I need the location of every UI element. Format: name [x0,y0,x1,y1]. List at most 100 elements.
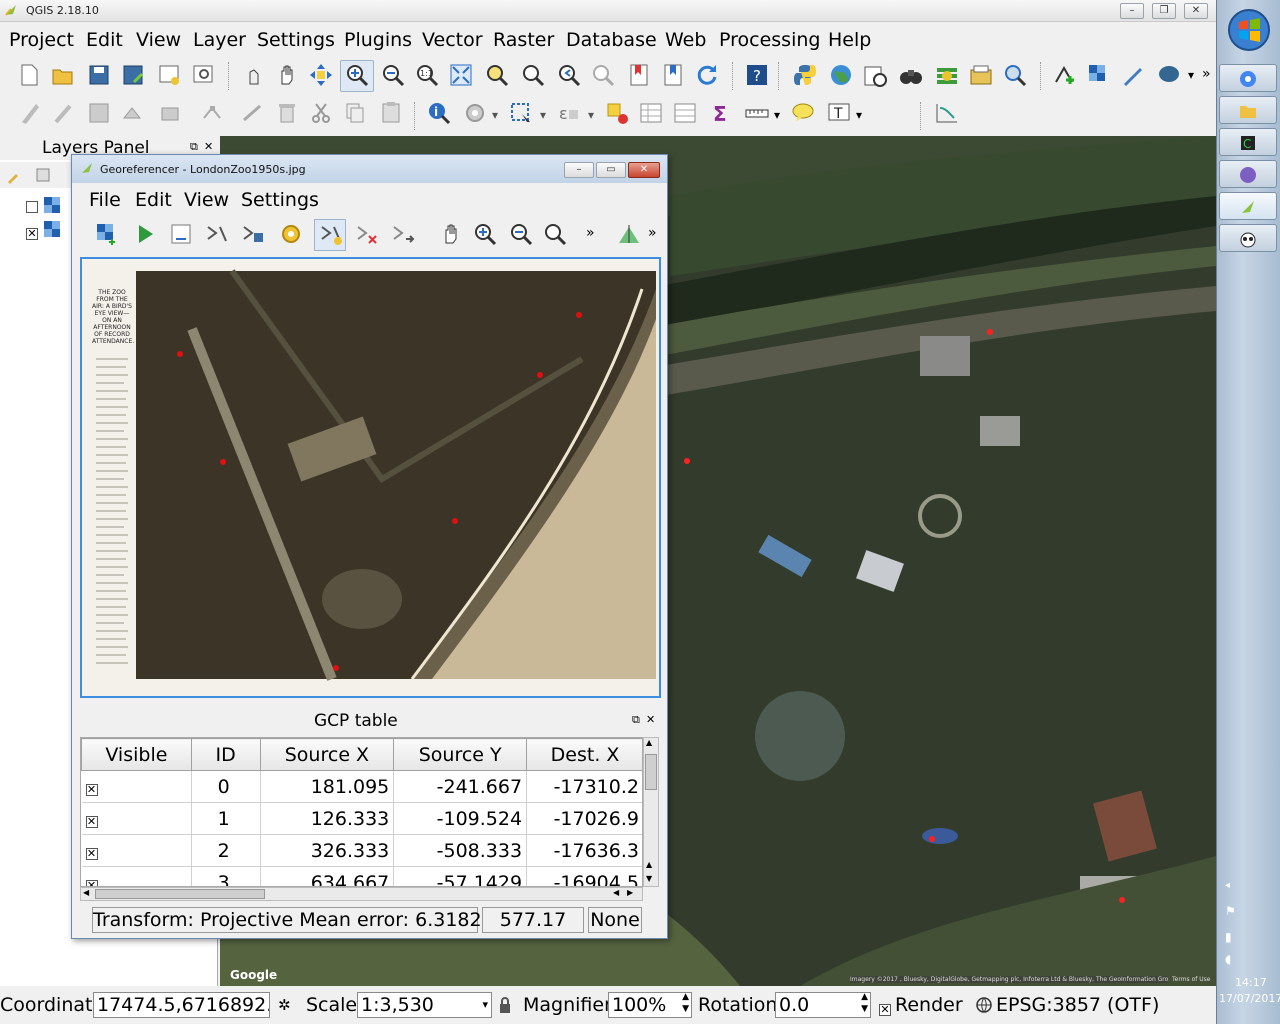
delete-selected-icon[interactable] [240,100,266,126]
add-group-icon[interactable] [34,166,52,184]
flag-icon[interactable]: ⚑ [1225,904,1236,918]
save-edits-icon[interactable] [86,100,112,126]
help-icon[interactable]: ? [744,62,770,88]
zoom-next-icon[interactable] [590,62,616,88]
rotation-spinbox[interactable]: 0.0 ▲ ▼ [775,992,871,1018]
taskbar-qgis[interactable] [1219,192,1277,220]
field-calculator-icon[interactable] [672,100,698,126]
add-point-icon[interactable] [318,221,344,247]
geo-menu-file[interactable]: File [89,189,121,211]
dest-x-cell[interactable]: -16904.5 [526,866,642,886]
zoom-to-layer-icon[interactable] [520,62,546,88]
float-panel-icon[interactable]: ⧉ [632,713,640,727]
coordinate-toggle-icon[interactable]: ✲ [278,996,291,1014]
save-as-icon[interactable] [120,62,146,88]
dest-x-cell[interactable]: -17026.9 [526,802,642,835]
zoom-to-selection-icon[interactable] [484,62,510,88]
dropdown-arrow-icon[interactable]: ▾ [1188,68,1194,82]
toolbar-overflow-icon[interactable]: » [1202,66,1211,82]
tray-expand-icon[interactable]: ◂ [1225,880,1230,891]
scale-combobox[interactable]: 1:3,530 ▾ [357,992,492,1018]
layer-styling-icon[interactable] [6,166,24,184]
col-visible[interactable]: Visible [81,738,192,771]
statistical-summary-icon[interactable]: Σ [708,100,734,126]
source-y-cell[interactable]: -241.667 [393,770,528,803]
clock-time[interactable]: 14:17 [1235,976,1267,989]
notes-icon[interactable] [968,62,994,88]
dropdown-arrow-icon[interactable]: ▾ [492,108,498,122]
coordinate-field[interactable]: 17474.5,6716892.0 [93,992,270,1018]
zoom-in-icon[interactable] [472,221,498,247]
menu-help[interactable]: Help [828,29,871,51]
close-panel-icon[interactable]: ✕ [204,140,213,153]
menu-settings[interactable]: Settings [257,29,335,51]
delete-point-icon[interactable] [354,221,380,247]
georeferencer-icon[interactable] [934,100,960,126]
zoom-out-icon[interactable] [508,221,534,247]
menu-project[interactable]: Project [9,29,74,51]
time-manager-icon[interactable] [862,62,888,88]
terms-link[interactable]: Terms of Use [1172,976,1210,983]
touch-zoom-icon[interactable] [240,62,266,88]
scroll-up-icon[interactable]: ▲ [646,738,652,747]
composer-manager-icon[interactable] [190,62,216,88]
new-vector-layer-icon[interactable] [1052,62,1078,88]
load-gcp-points-icon[interactable] [204,221,230,247]
move-feature-icon[interactable] [158,100,184,126]
new-print-composer-icon[interactable] [156,62,182,88]
source-y-cell[interactable]: -109.524 [393,802,528,835]
layer-checkbox-1[interactable] [26,198,38,217]
move-gcp-point-icon[interactable] [390,221,416,247]
source-x-cell[interactable]: 326.333 [260,834,395,867]
run-feature-action-icon[interactable] [462,100,488,126]
menu-web[interactable]: Web [665,29,706,51]
gcp-vertical-scrollbar[interactable]: ▲ ▲ ▼ [643,737,659,887]
zoom-last-icon[interactable] [556,62,582,88]
lock-icon[interactable] [498,996,512,1014]
pan-map-icon[interactable] [274,62,300,88]
source-x-cell[interactable]: 634.667 [260,866,395,886]
dropdown-arrow-icon[interactable]: ▾ [482,993,488,1017]
pan-to-selection-icon[interactable] [308,62,334,88]
cut-features-icon[interactable] [308,100,334,126]
scroll-down-icon[interactable]: ▼ [646,874,652,883]
menu-database[interactable]: Database [566,29,657,51]
save-project-icon[interactable] [86,62,112,88]
scroll-right-icon[interactable]: ▶ [627,888,633,897]
visible-cell[interactable]: ✕ [81,802,192,835]
binoculars-icon[interactable] [898,62,924,88]
zoom-in-icon[interactable] [344,62,370,88]
dest-x-cell[interactable]: -17636.3 [526,834,642,867]
clock-date[interactable]: 17/07/2017 [1219,992,1280,1005]
scroll-left-icon-2[interactable]: ◀ [613,888,619,897]
visible-cell[interactable]: ✕ [81,866,192,886]
hscroll-thumb[interactable] [95,889,265,899]
transformation-settings-icon[interactable] [278,221,304,247]
layer-checkbox-2[interactable]: ✕ [26,222,38,241]
col-source-y[interactable]: Source Y [393,738,528,771]
add-raster-layer-icon[interactable] [1086,62,1112,88]
refresh-icon[interactable] [694,62,720,88]
geo-menu-settings[interactable]: Settings [241,189,319,211]
source-x-cell[interactable]: 126.333 [260,802,395,835]
link-to-qgis-icon[interactable] [616,221,642,247]
taskbar-app[interactable]: C [1219,128,1277,156]
zoom-out-icon[interactable] [380,62,406,88]
python-console-icon[interactable] [792,62,818,88]
geo-menu-edit[interactable]: Edit [135,189,172,211]
menu-raster[interactable]: Raster [493,29,554,51]
dropdown-arrow-icon[interactable]: ▾ [588,108,594,122]
id-cell[interactable]: 2 [191,834,261,867]
col-dest-x[interactable]: Dest. X [526,738,642,771]
gcp-horizontal-scrollbar[interactable]: ◀ ◀ ▶ [80,887,643,901]
scroll-thumb[interactable] [645,754,657,790]
menu-vector[interactable]: Vector [422,29,483,51]
add-feature-icon[interactable] [120,100,146,126]
digitize-icon[interactable] [1120,62,1146,88]
select-features-icon[interactable] [508,100,534,126]
start-georeferencing-icon[interactable] [132,221,158,247]
text-annotation-icon[interactable]: T [826,100,852,126]
paste-features-icon[interactable] [378,100,404,126]
measure-line-icon[interactable] [744,100,770,126]
table-row[interactable]: ✕ 0 181.095 -241.667 -17310.2 [81,770,642,803]
